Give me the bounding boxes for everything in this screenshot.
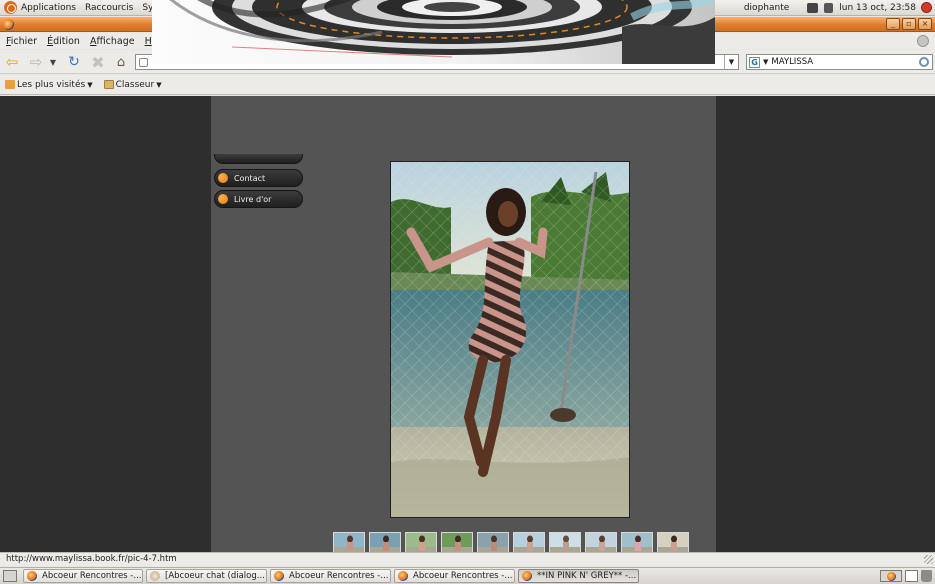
nav-item-label: Livre d'or	[234, 194, 272, 204]
thumbnail-image[interactable]	[441, 532, 473, 554]
task-button[interactable]: Abcoeur Rencontres -...	[270, 569, 391, 583]
url-dropdown-button[interactable]: ▼	[724, 55, 738, 69]
thumbnail-image[interactable]	[477, 532, 509, 554]
menu-edition-rest: dition	[53, 35, 80, 47]
task-button[interactable]: [Abcoeur chat (dialog...	[146, 569, 267, 583]
panel-menu-raccourcis[interactable]: Raccourcis	[85, 3, 133, 13]
search-engine-dropdown-icon[interactable]: ▼	[763, 58, 768, 66]
bullet-dot-icon	[218, 173, 228, 183]
menu-affichage-rest: ffichage	[96, 35, 135, 47]
bookmark-classeur[interactable]: Classeur ▼	[103, 79, 162, 90]
volume-icon[interactable]	[824, 2, 834, 13]
task-label: **IN PINK N' GREY** -...	[537, 571, 637, 581]
history-dropdown-button[interactable]: ▼	[47, 53, 59, 71]
photo-image	[391, 162, 629, 517]
status-text: http://www.maylissa.book.fr/pic-4-7.htm	[6, 554, 177, 564]
menu-fichier-rest: ichier	[10, 35, 38, 47]
workspace-2[interactable]	[905, 570, 918, 582]
search-value[interactable]: MAYLISSA	[771, 57, 919, 67]
firefox-icon	[398, 571, 408, 581]
bookmark-label: Classeur	[115, 79, 155, 90]
nav-item-contact[interactable]: Contact	[214, 169, 303, 187]
task-label: Abcoeur Rencontres -...	[413, 571, 513, 581]
resize-grip-icon[interactable]	[924, 555, 933, 564]
user-name[interactable]: diophante	[744, 3, 789, 13]
back-button[interactable]: ⇦	[3, 53, 21, 71]
menu-fichier[interactable]: Fichier	[6, 36, 37, 47]
forward-button[interactable]: ⇨	[27, 53, 45, 71]
site-identity-icon[interactable]	[139, 58, 148, 67]
task-button-active[interactable]: **IN PINK N' GREY** -...	[518, 569, 639, 583]
bookmark-label: Les plus visités	[17, 79, 86, 90]
folder-icon	[103, 80, 114, 89]
minimize-button[interactable]: _	[886, 18, 900, 30]
home-button[interactable]: ⌂	[112, 53, 130, 71]
clock[interactable]: lun 13 oct, 23:58	[839, 3, 916, 13]
firefox-icon	[274, 571, 284, 581]
close-button[interactable]: ×	[918, 18, 932, 30]
ubuntu-logo-icon[interactable]	[4, 1, 17, 14]
bullet-dot-icon	[218, 194, 228, 204]
status-bar: http://www.maylissa.book.fr/pic-4-7.htm	[0, 552, 935, 566]
star-folder-icon	[5, 80, 15, 89]
task-button[interactable]: Abcoeur Rencontres -...	[394, 569, 515, 583]
thumbnail-image[interactable]	[405, 532, 437, 554]
thumbnail-image[interactable]	[585, 532, 617, 554]
stop-button[interactable]: ✖	[89, 53, 107, 72]
thumbnail-image[interactable]	[333, 532, 365, 554]
chevron-down-icon: ▼	[156, 80, 162, 89]
task-label: [Abcoeur chat (dialog...	[165, 571, 265, 581]
firefox-icon	[522, 571, 532, 581]
chat-window-icon	[150, 571, 160, 581]
nav-item-partial[interactable]	[214, 154, 303, 164]
task-label: Abcoeur Rencontres -...	[42, 571, 142, 581]
thumbnail-image[interactable]	[657, 532, 689, 554]
firefox-icon	[27, 571, 37, 581]
menu-edition[interactable]: Édition	[47, 36, 80, 47]
thumbnail-strip	[333, 532, 689, 554]
bookmarks-toolbar: Les plus visités ▼ Classeur ▼	[0, 75, 935, 95]
workspace-switcher[interactable]	[880, 570, 902, 582]
chevron-down-icon: ▼	[87, 80, 93, 89]
reload-button[interactable]: ↻	[65, 53, 83, 71]
trash-icon[interactable]	[921, 570, 932, 582]
show-desktop-icon[interactable]	[3, 570, 17, 582]
throbber-icon	[917, 35, 929, 47]
search-engine-icon[interactable]: G	[749, 56, 760, 68]
task-label: Abcoeur Rencontres -...	[289, 571, 389, 581]
nav-item-label: Contact	[234, 173, 266, 183]
power-icon[interactable]	[921, 2, 932, 13]
menu-historique-accel: H	[144, 35, 152, 47]
thumbnail-image[interactable]	[621, 532, 653, 554]
network-icon[interactable]	[807, 2, 819, 13]
taskbar: Abcoeur Rencontres -... [Abcoeur chat (d…	[0, 567, 935, 584]
search-icon[interactable]	[919, 57, 929, 67]
site-banner	[152, 0, 715, 64]
menu-affichage[interactable]: Affichage	[90, 36, 135, 47]
nav-item-livre-dor[interactable]: Livre d'or	[214, 190, 303, 208]
bookmark-most-visited[interactable]: Les plus visités ▼	[5, 80, 93, 90]
thumbnail-image[interactable]	[549, 532, 581, 554]
thumbnail-image[interactable]	[369, 532, 401, 554]
search-input[interactable]: G ▼ MAYLISSA	[746, 54, 933, 70]
thumbnail-image[interactable]	[513, 532, 545, 554]
task-button[interactable]: Abcoeur Rencontres -...	[23, 569, 143, 583]
panel-menu-applications[interactable]: Applications	[21, 3, 76, 13]
main-photo[interactable]	[390, 161, 630, 518]
maximize-button[interactable]: ▫	[902, 18, 916, 30]
workspace-window-icon	[887, 572, 896, 581]
